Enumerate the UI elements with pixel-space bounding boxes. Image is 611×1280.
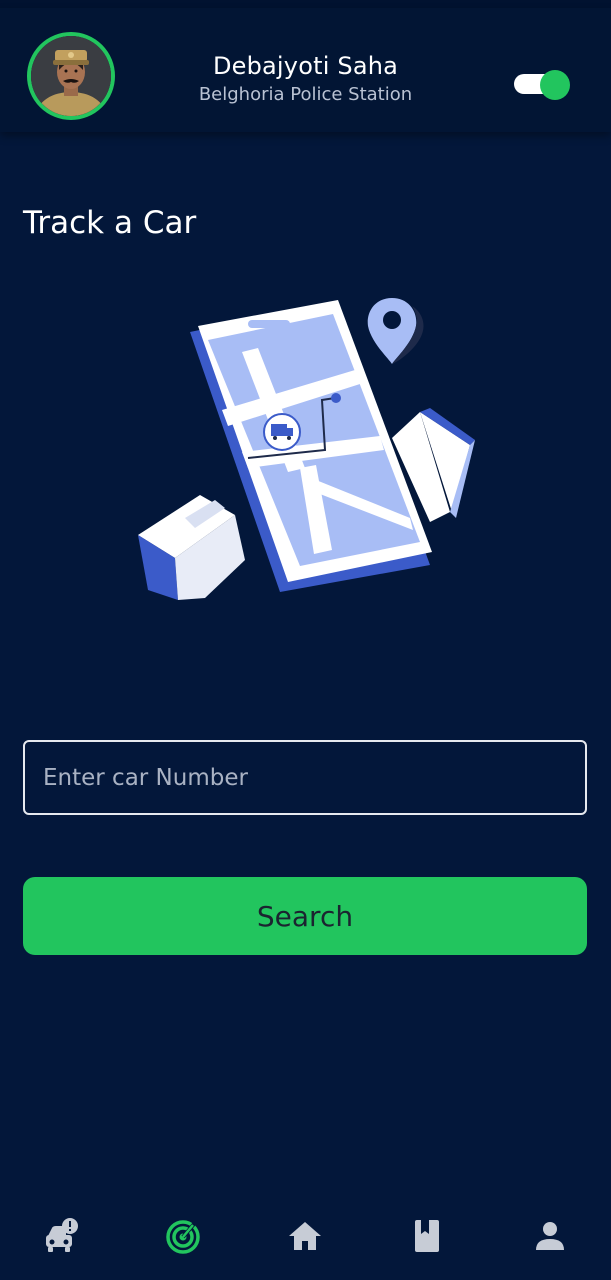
status-bar bbox=[0, 0, 611, 8]
nav-radar[interactable] bbox=[163, 1216, 203, 1256]
parcel-box-left bbox=[138, 495, 245, 600]
phone-map-illustration bbox=[138, 298, 475, 600]
bookmark-book-icon bbox=[415, 1220, 439, 1252]
app-header: Debajyoti Saha Belghoria Police Station bbox=[0, 8, 611, 132]
page-title: Track a Car bbox=[23, 205, 197, 241]
bottom-navigation bbox=[0, 1196, 611, 1280]
track-car-illustration bbox=[130, 290, 480, 600]
location-pin bbox=[367, 298, 424, 364]
radar-icon bbox=[166, 1220, 200, 1254]
user-name: Debajyoti Saha bbox=[212, 52, 399, 80]
home-icon bbox=[289, 1222, 321, 1250]
station-name: Belghoria Police Station bbox=[198, 84, 413, 105]
officer-portrait-icon bbox=[31, 36, 111, 116]
person-icon bbox=[536, 1222, 564, 1250]
nav-home[interactable] bbox=[285, 1216, 325, 1256]
nav-car-alert[interactable] bbox=[42, 1216, 82, 1256]
car-alert-icon bbox=[46, 1218, 78, 1252]
avatar[interactable] bbox=[27, 32, 115, 120]
nav-bookmarks[interactable] bbox=[407, 1216, 447, 1256]
car-number-input[interactable] bbox=[23, 740, 587, 815]
toggle-knob bbox=[540, 70, 570, 100]
search-button[interactable]: Search bbox=[23, 877, 587, 955]
nav-profile[interactable] bbox=[530, 1216, 570, 1256]
duty-toggle[interactable] bbox=[514, 70, 570, 100]
